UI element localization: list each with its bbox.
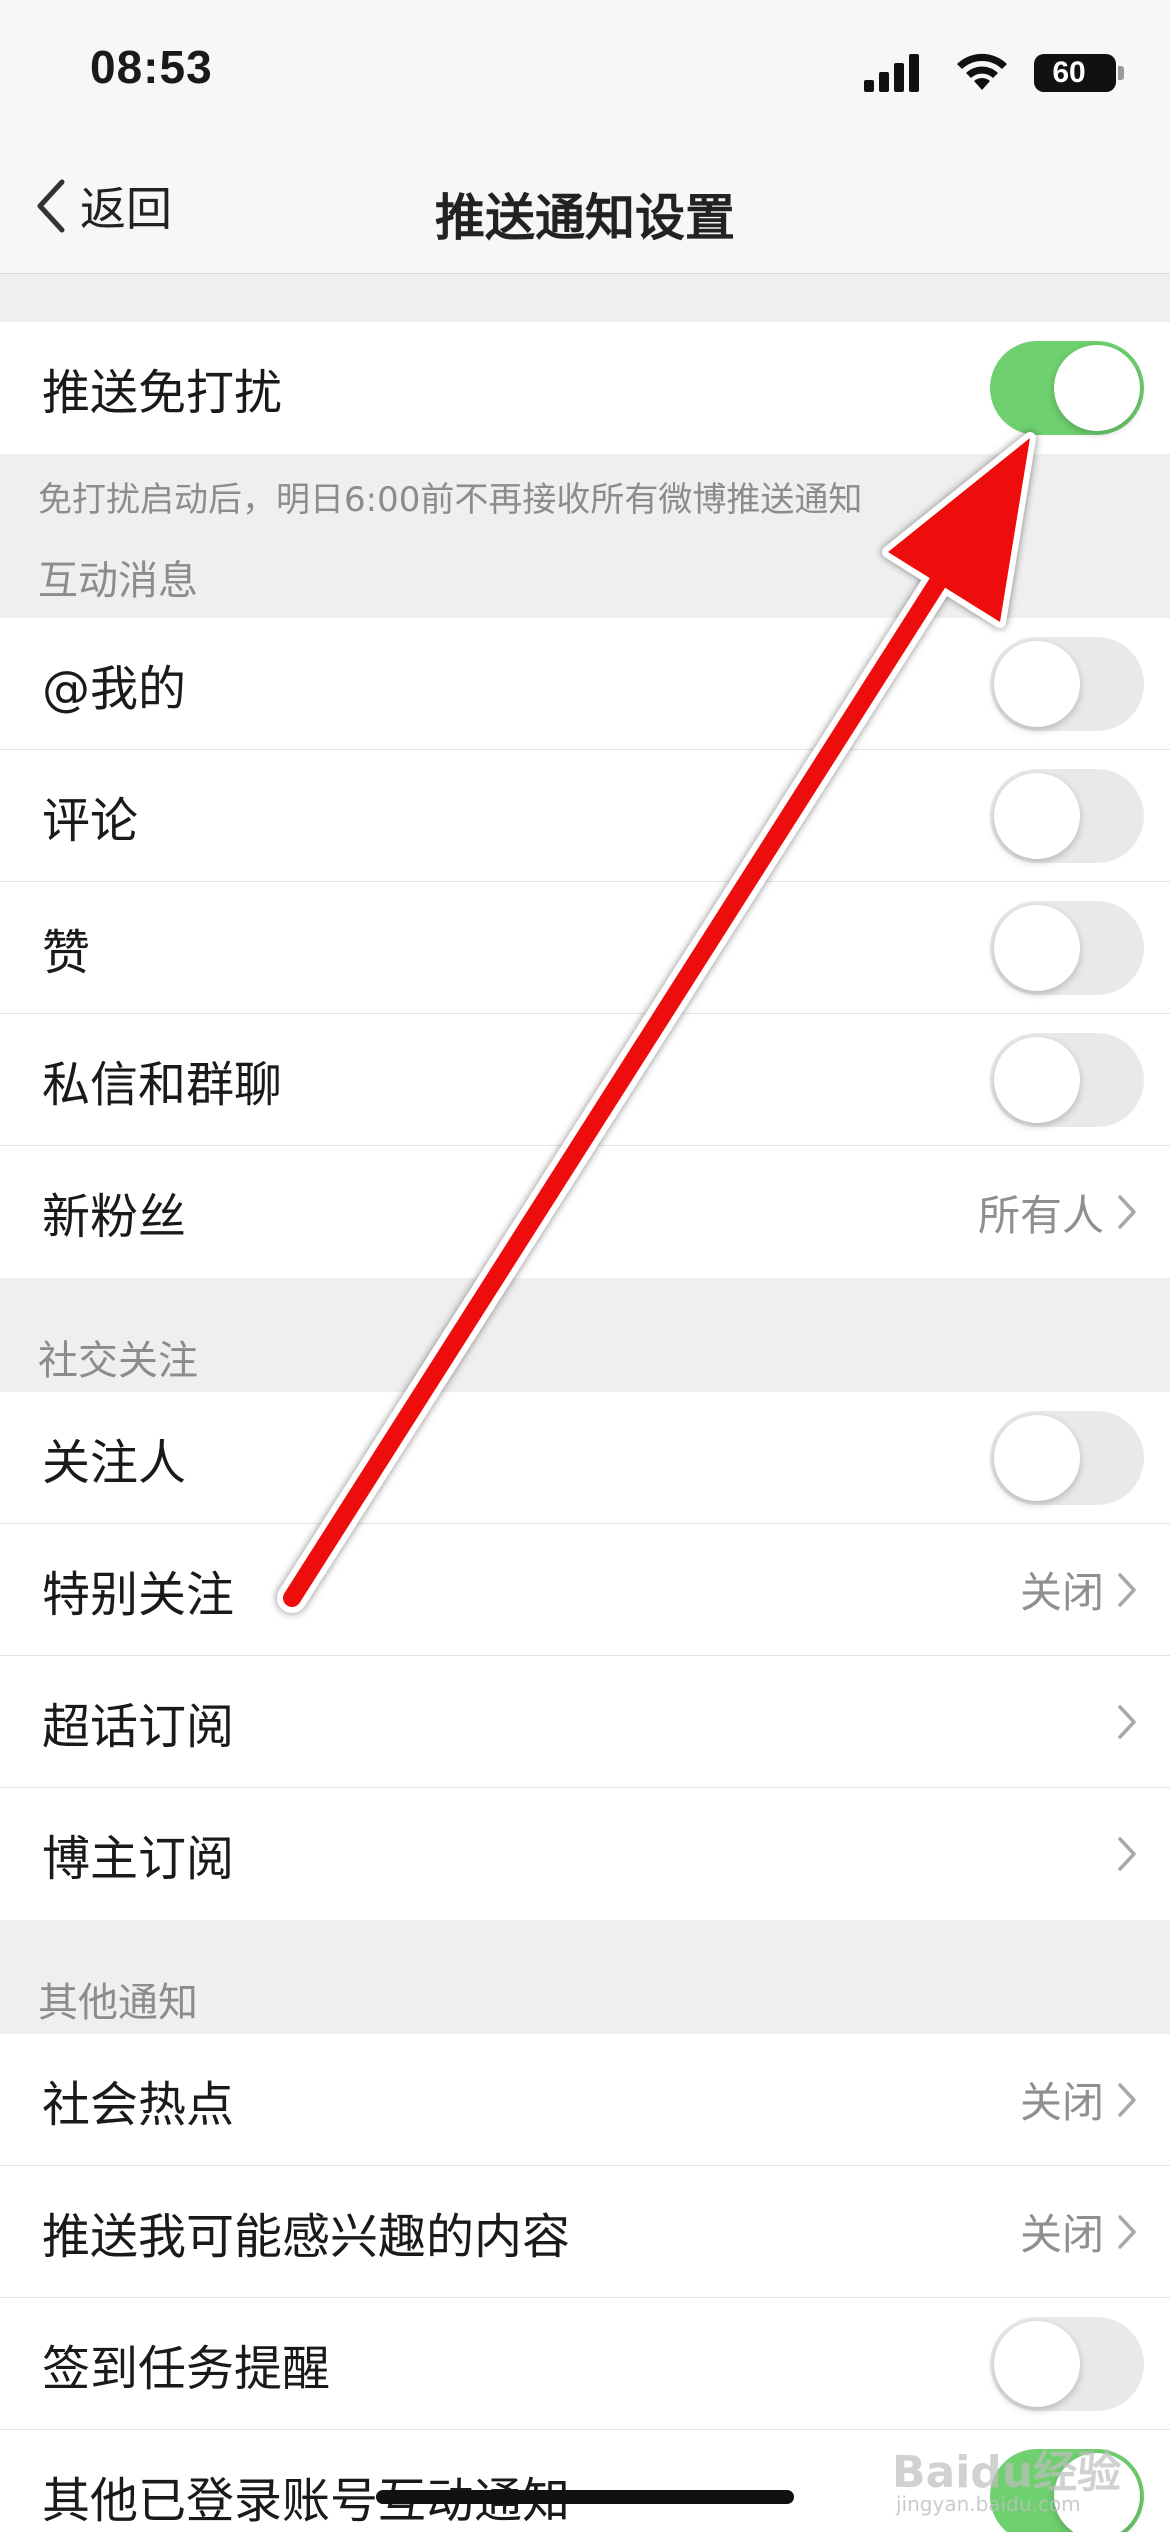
- row-value: 关闭: [1019, 1568, 1104, 1617]
- row-label: 推送我可能感兴趣的内容: [42, 2208, 571, 2265]
- row-value: 所有人: [977, 1190, 1104, 1240]
- row-label: 超话订阅: [42, 1698, 235, 1755]
- row-value: 关闭: [1019, 2210, 1104, 2259]
- settings-list: 推送免打扰 免打扰启动后，明日6:00前不再接收所有微博推送通知 互动消息 @我…: [0, 274, 1170, 2532]
- status-time: 08:53: [90, 41, 213, 93]
- mentions-toggle[interactable]: [990, 636, 1144, 731]
- row-label: 签到任务提醒: [42, 2340, 331, 2397]
- page-title: 推送通知设置: [435, 189, 735, 247]
- battery-level: 60: [1052, 56, 1086, 89]
- chevron-right-icon: [1118, 1572, 1136, 1607]
- following-toggle[interactable]: [990, 1410, 1144, 1505]
- wifi-icon: [957, 53, 1007, 90]
- row-super-topic[interactable]: 超话订阅: [0, 1656, 1170, 1788]
- row-value: 关闭: [1019, 2078, 1104, 2127]
- row-blogger-sub[interactable]: 博主订阅: [0, 1788, 1170, 1920]
- row-label: @我的: [42, 660, 187, 717]
- watermark-url: jingyan.baidu.com: [896, 2492, 1081, 2516]
- chevron-right-icon: [1118, 2082, 1136, 2117]
- home-indicator[interactable]: [376, 2490, 794, 2504]
- row-following: 关注人: [0, 1392, 1170, 1524]
- row-special-follow[interactable]: 特别关注 关闭: [0, 1524, 1170, 1656]
- row-label: 新粉丝: [42, 1189, 187, 1245]
- chevron-right-icon: [1118, 2214, 1136, 2249]
- dnd-note: 免打扰启动后，明日6:00前不再接收所有微博推送通知: [0, 454, 1170, 530]
- section-header-social: 社交关注: [0, 1278, 1170, 1392]
- row-label: 私信和群聊: [42, 1056, 283, 1113]
- row-interest[interactable]: 推送我可能感兴趣的内容 关闭: [0, 2166, 1170, 2298]
- chevron-right-icon: [1118, 1704, 1136, 1739]
- dnd-row: 推送免打扰: [0, 322, 1170, 454]
- row-comments: 评论: [0, 750, 1170, 882]
- row-label: 评论: [42, 792, 139, 849]
- row-mentions: @我的: [0, 618, 1170, 750]
- row-hot-topics[interactable]: 社会热点 关闭: [0, 2034, 1170, 2166]
- signal-icon: [864, 54, 919, 92]
- row-checkin: 签到任务提醒: [0, 2298, 1170, 2430]
- chevron-right-icon: [1118, 1195, 1136, 1229]
- row-new-followers[interactable]: 新粉丝 所有人: [0, 1146, 1170, 1278]
- nav-bar: 返回 推送通知设置: [0, 140, 1170, 274]
- row-label: 社会热点: [42, 2076, 235, 2133]
- row-label: 赞: [42, 924, 91, 981]
- battery-icon: 60: [1034, 54, 1124, 92]
- likes-toggle[interactable]: [990, 900, 1144, 995]
- comments-toggle[interactable]: [990, 768, 1144, 863]
- status-bar: 08:53 60: [0, 0, 1170, 140]
- screen: 08:53 60 返回 推送通知设置 推送免打扰 免打扰启动后，明日6:00前不…: [0, 0, 1170, 2532]
- watermark-logo: Baidu经验: [892, 2447, 1122, 2498]
- dnd-toggle[interactable]: [990, 341, 1144, 435]
- row-label: 博主订阅: [42, 1831, 235, 1887]
- chevron-right-icon: [1118, 1837, 1136, 1871]
- section-header-interaction: 互动消息: [0, 530, 1170, 618]
- row-label: 关注人: [42, 1434, 187, 1491]
- messages-toggle[interactable]: [990, 1032, 1144, 1127]
- checkin-toggle[interactable]: [990, 2316, 1144, 2411]
- dnd-label: 推送免打扰: [42, 365, 283, 421]
- row-label: 特别关注: [42, 1566, 235, 1623]
- row-messages: 私信和群聊: [0, 1014, 1170, 1146]
- section-header-other: 其他通知: [0, 1920, 1170, 2034]
- row-likes: 赞: [0, 882, 1170, 1014]
